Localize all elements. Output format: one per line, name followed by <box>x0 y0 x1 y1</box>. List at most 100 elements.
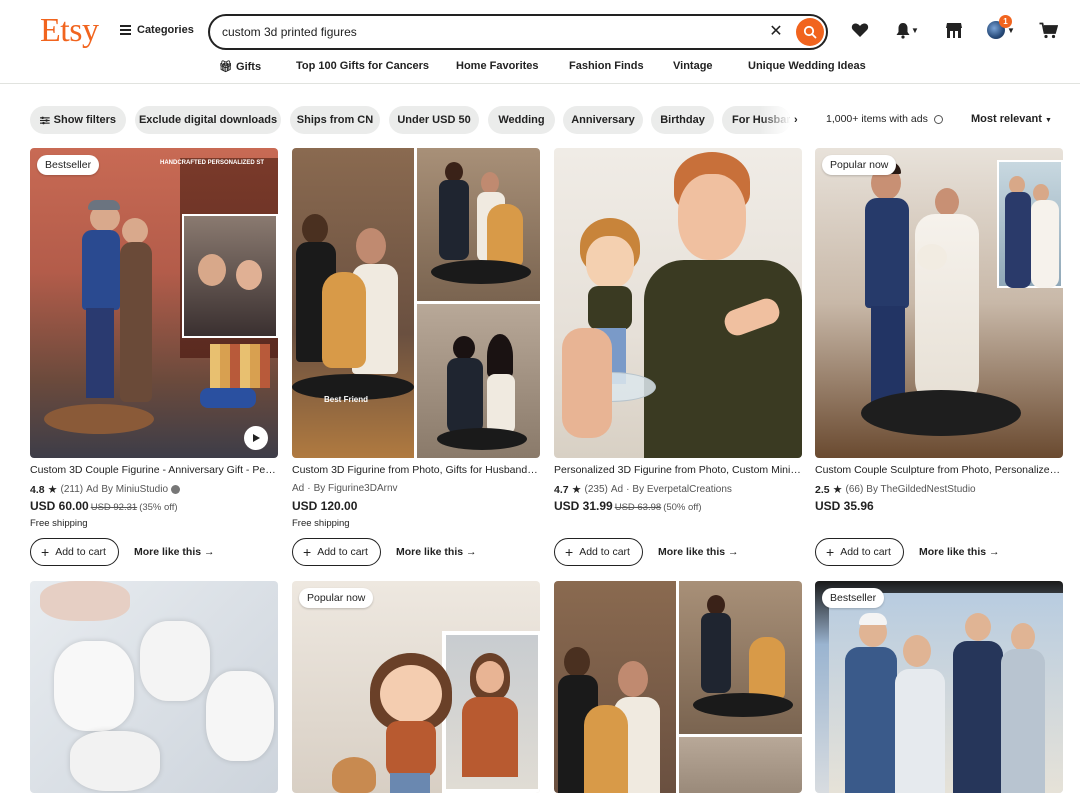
listing-card[interactable]: Best Friend Custom 3D Figurine from Phot… <box>292 148 540 566</box>
categories-button[interactable]: Categories <box>120 24 194 36</box>
listing-card[interactable]: Personalized 3D Figurine from Photo, Cus… <box>554 148 802 566</box>
more-like-this-link[interactable]: More like this → <box>919 546 1000 558</box>
filter-exclude-digital[interactable]: Exclude digital downloads <box>135 106 281 134</box>
search-input[interactable] <box>222 22 742 42</box>
listing-image[interactable] <box>30 581 278 793</box>
add-to-cart-button[interactable]: + Add to cart <box>30 538 119 566</box>
listing-card[interactable]: Bestseller <box>815 581 1063 793</box>
display-base <box>861 390 1021 436</box>
filter-wedding[interactable]: Wedding <box>488 106 555 134</box>
search-bar: ✕ <box>208 14 828 50</box>
filter-anniversary[interactable]: Anniversary <box>563 106 643 134</box>
categories-label: Categories <box>137 24 194 36</box>
avatar: 1 <box>987 15 1013 39</box>
favorites-button[interactable] <box>848 18 872 42</box>
listing-image[interactable] <box>554 581 802 793</box>
listing-card[interactable]: HANDCRAFTED PERSONALIZED ST Bestseller C… <box>30 148 278 566</box>
more-like-this-link[interactable]: More like this → <box>134 546 215 558</box>
cart-button[interactable] <box>1036 18 1060 42</box>
listing-image[interactable]: Popular now <box>292 581 540 793</box>
more-like-this-link[interactable]: More like this → <box>396 546 477 558</box>
etsy-logo[interactable]: Etsy <box>40 12 99 50</box>
holding-hand <box>562 328 612 438</box>
listing-meta: 4.7 ★ (235) Ad · By EverpetalCreations <box>554 483 732 497</box>
listing-meta: 4.8 ★ (211) Ad By MiniuStudio <box>30 483 181 496</box>
shop-icon <box>946 22 962 38</box>
person-face <box>678 174 746 260</box>
filter-birthday[interactable]: Birthday <box>651 106 714 134</box>
filter-under-50[interactable]: Under USD 50 <box>389 106 479 134</box>
subnav-wedding-ideas[interactable]: Unique Wedding Ideas <box>748 60 866 72</box>
arrow-right-icon: → <box>466 546 477 558</box>
listing-price: USD 120.00 <box>292 499 358 513</box>
shop-manager-button[interactable] <box>942 18 966 42</box>
white-figure <box>54 641 134 731</box>
listing-price: USD 60.00 USD 92.31 (35% off) <box>30 499 178 513</box>
arrow-right-icon: → <box>989 546 1000 558</box>
figurine-jacket <box>82 230 120 310</box>
show-filters-button[interactable]: Show filters <box>30 106 126 134</box>
free-shipping-label: Free shipping <box>292 518 350 529</box>
listing-card[interactable] <box>554 581 802 793</box>
bestseller-badge: Bestseller <box>37 155 100 175</box>
listing-card[interactable]: Popular now Custom Couple Sculpture from… <box>815 148 1063 566</box>
plus-icon: + <box>303 544 312 560</box>
listing-image[interactable]: Bestseller <box>815 581 1063 793</box>
image-caption: HANDCRAFTED PERSONALIZED ST <box>160 160 265 166</box>
wood-base <box>44 404 154 434</box>
menu-icon <box>120 25 131 35</box>
listing-title[interactable]: Custom 3D Figurine from Photo, Gifts for… <box>292 464 540 476</box>
more-like-this-link[interactable]: More like this → <box>658 546 739 558</box>
listing-title[interactable]: Custom Couple Sculpture from Photo, Pers… <box>815 464 1063 476</box>
subnav-top-100[interactable]: Top 100 Gifts for Cancers <box>296 60 429 72</box>
photo-frame <box>442 631 540 793</box>
person-sweater <box>644 260 802 458</box>
bride-dress <box>915 214 979 410</box>
filter-icon <box>40 116 50 124</box>
search-icon <box>803 25 817 39</box>
bestseller-badge: Bestseller <box>822 588 885 608</box>
plus-icon: + <box>41 544 50 560</box>
figure-face <box>380 665 442 723</box>
sort-dropdown[interactable]: Most relevant ▼ <box>971 113 1052 125</box>
search-button[interactable] <box>796 18 824 46</box>
plus-icon: + <box>565 544 574 560</box>
sub-navigation: 🎁︎ Gifts Top 100 Gifts for Cancers Home … <box>0 60 1080 76</box>
add-to-cart-button[interactable]: + Add to cart <box>815 538 904 566</box>
photo-top-right <box>417 148 540 301</box>
add-to-cart-button[interactable]: + Add to cart <box>292 538 381 566</box>
filter-ships-from-cn[interactable]: Ships from CN <box>290 106 380 134</box>
free-shipping-label: Free shipping <box>30 518 88 529</box>
play-icon <box>253 434 260 442</box>
popular-now-badge: Popular now <box>822 155 897 175</box>
play-button[interactable] <box>244 426 268 450</box>
listing-image[interactable]: Popular now <box>815 148 1063 458</box>
subnav-gifts[interactable]: 🎁︎ Gifts <box>219 60 261 73</box>
listing-card[interactable]: Popular now <box>292 581 540 793</box>
listing-card[interactable] <box>30 581 278 793</box>
popular-now-badge: Popular now <box>299 588 374 608</box>
groom-suit <box>865 198 909 308</box>
inset-photo <box>182 214 278 338</box>
notification-badge: 1 <box>999 15 1013 28</box>
listing-title[interactable]: Personalized 3D Figurine from Photo, Cus… <box>554 464 802 476</box>
add-to-cart-button[interactable]: + Add to cart <box>554 538 643 566</box>
subnav-vintage[interactable]: Vintage <box>673 60 713 72</box>
star-icon: ★ <box>832 484 843 496</box>
subnav-fashion-finds[interactable]: Fashion Finds <box>569 60 644 72</box>
filter-for-husband[interactable]: For Husband <box>722 106 790 134</box>
listing-title[interactable]: Custom 3D Couple Figurine - Anniversary … <box>30 464 278 476</box>
subnav-home-favorites[interactable]: Home Favorites <box>456 60 539 72</box>
chevron-right-icon[interactable]: › <box>794 114 798 126</box>
header-icons: ▼ 1 ▼ <box>848 15 1060 42</box>
account-button[interactable]: 1 ▼ <box>984 15 1018 42</box>
notifications-button[interactable]: ▼ <box>890 18 924 42</box>
close-icon[interactable]: ✕ <box>766 22 786 42</box>
listing-image[interactable]: HANDCRAFTED PERSONALIZED ST Bestseller <box>30 148 278 458</box>
person-coat <box>845 647 897 793</box>
listing-image[interactable]: Best Friend <box>292 148 540 458</box>
info-icon[interactable] <box>933 114 943 124</box>
cat-figure <box>332 757 376 793</box>
star-seller-icon <box>171 485 181 494</box>
listing-image[interactable] <box>554 148 802 458</box>
